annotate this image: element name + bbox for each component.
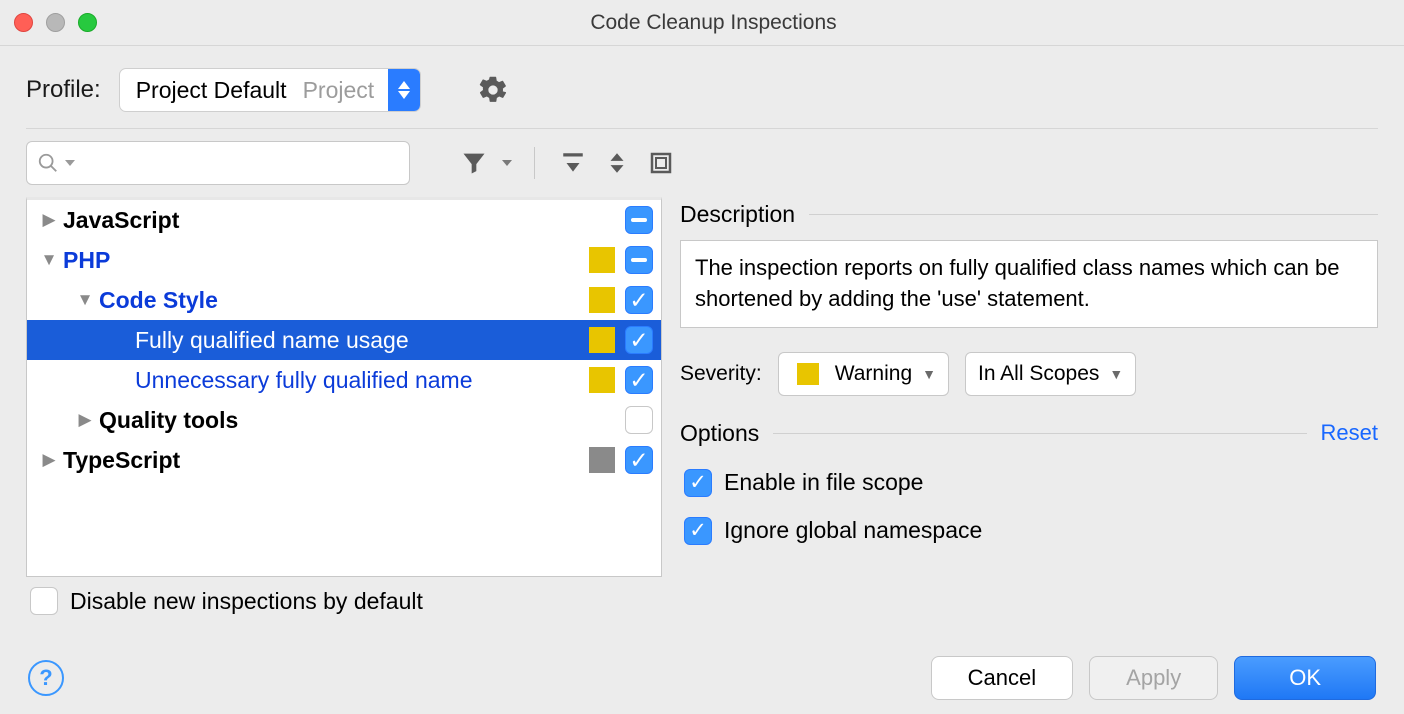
chevron-down-icon: ▼ [922, 366, 936, 382]
profile-select[interactable]: Project Default Project [119, 68, 421, 112]
file-scope-label: Enable in file scope [724, 469, 923, 496]
checkbox-off[interactable] [625, 406, 653, 434]
profile-value: Project Default [120, 77, 303, 104]
disable-new-label: Disable new inspections by default [70, 588, 423, 615]
divider [809, 214, 1378, 215]
disable-new-checkbox[interactable] [30, 587, 58, 615]
filter-icon[interactable] [458, 147, 490, 179]
description-text: The inspection reports on fully qualifie… [680, 240, 1378, 328]
apply-button: Apply [1089, 656, 1218, 700]
options-heading: Options [680, 420, 759, 447]
titlebar: Code Cleanup Inspections [0, 0, 1404, 46]
tree-item-code-style[interactable]: ▼ Code Style ✓ [27, 280, 661, 320]
severity-swatch [589, 287, 615, 313]
chevron-down-icon [502, 158, 512, 168]
window-title: Code Cleanup Inspections [97, 11, 1390, 35]
profile-label: Profile: [26, 76, 101, 104]
disclosure-collapsed-icon: ▶ [35, 210, 63, 230]
severity-label: Severity: [680, 362, 762, 386]
checkbox-on[interactable]: ✓ [625, 326, 653, 354]
warning-swatch-icon [797, 363, 819, 385]
tree-item-php[interactable]: ▼ PHP [27, 240, 661, 280]
checkbox-mixed[interactable] [625, 246, 653, 274]
expand-all-icon[interactable] [557, 147, 589, 179]
minimize-window-icon[interactable] [46, 13, 65, 32]
tree-item-typescript[interactable]: ▶ TypeScript ✓ [27, 440, 661, 480]
view-icon[interactable] [645, 147, 677, 179]
search-input[interactable] [26, 141, 410, 185]
description-heading: Description [680, 201, 795, 228]
checkbox-on[interactable]: ✓ [625, 286, 653, 314]
ok-button[interactable]: OK [1234, 656, 1376, 700]
chevron-down-icon [65, 158, 75, 168]
disclosure-expanded-icon: ▼ [71, 290, 99, 310]
close-window-icon[interactable] [14, 13, 33, 32]
file-scope-checkbox[interactable]: ✓ [684, 469, 712, 497]
severity-swatch [589, 247, 615, 273]
ignore-ns-checkbox[interactable]: ✓ [684, 517, 712, 545]
collapse-all-icon[interactable] [601, 147, 633, 179]
reset-link[interactable]: Reset [1321, 420, 1378, 446]
gear-icon[interactable] [477, 74, 509, 106]
severity-select[interactable]: Warning ▼ [778, 352, 949, 396]
tree-item-quality-tools[interactable]: ▶ Quality tools [27, 400, 661, 440]
checkbox-on[interactable]: ✓ [625, 366, 653, 394]
inspection-tree[interactable]: ▶ JavaScript ▼ PHP ▼ Code Style ✓ Fully … [26, 197, 662, 577]
cancel-button[interactable]: Cancel [931, 656, 1073, 700]
profile-scope: Project [303, 77, 389, 104]
chevron-down-icon: ▼ [1109, 366, 1123, 382]
updown-icon [388, 69, 420, 111]
zoom-window-icon[interactable] [78, 13, 97, 32]
tree-item-fqn-usage[interactable]: Fully qualified name usage ✓ [27, 320, 661, 360]
scope-select[interactable]: In All Scopes ▼ [965, 352, 1136, 396]
severity-swatch [589, 327, 615, 353]
checkbox-on[interactable]: ✓ [625, 446, 653, 474]
disclosure-expanded-icon: ▼ [35, 250, 63, 270]
search-icon [37, 152, 59, 174]
traffic-lights [14, 13, 97, 32]
severity-swatch [589, 367, 615, 393]
checkbox-mixed[interactable] [625, 206, 653, 234]
ignore-ns-label: Ignore global namespace [724, 517, 982, 544]
disclosure-collapsed-icon: ▶ [71, 410, 99, 430]
severity-swatch [589, 447, 615, 473]
disclosure-collapsed-icon: ▶ [35, 450, 63, 470]
divider [773, 433, 1306, 434]
help-button[interactable]: ? [28, 660, 64, 696]
tree-item-javascript[interactable]: ▶ JavaScript [27, 200, 661, 240]
tree-item-unnecessary-fqn[interactable]: Unnecessary fully qualified name ✓ [27, 360, 661, 400]
